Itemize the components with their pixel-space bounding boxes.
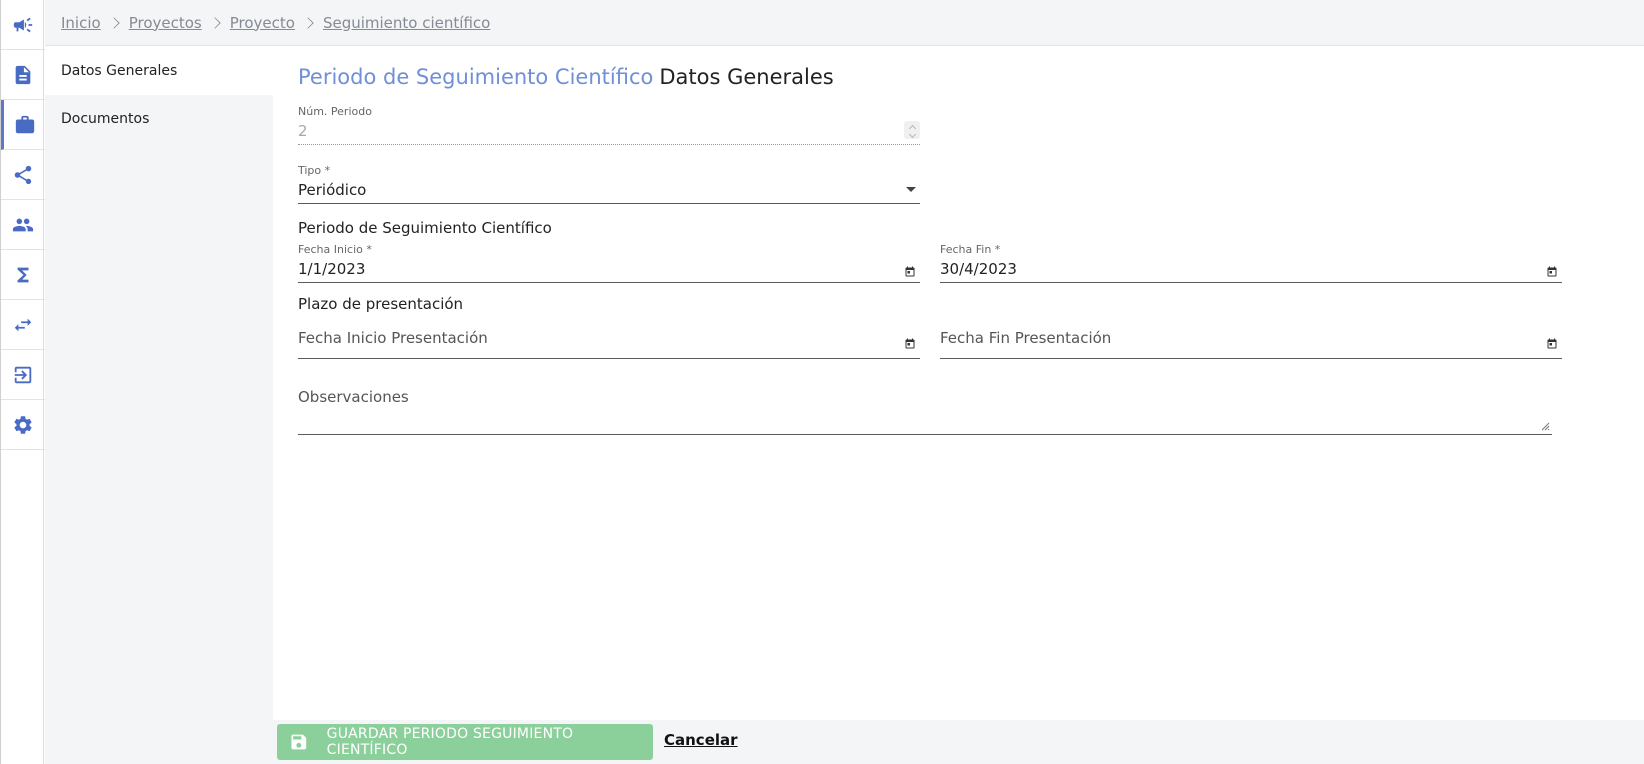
- tipo-label: Tipo *: [298, 164, 331, 177]
- swap-icon: [14, 318, 32, 331]
- rail-item-share[interactable]: [1, 150, 45, 200]
- calendar-icon[interactable]: [904, 335, 916, 349]
- side-item-datos-generales[interactable]: Datos Generales: [45, 47, 273, 95]
- page-title: Periodo de Seguimiento Científico Datos G…: [298, 65, 834, 89]
- resize-handle-icon[interactable]: [1540, 421, 1550, 431]
- calendar-icon[interactable]: [1546, 335, 1558, 349]
- tipo-value: Periódico: [298, 181, 367, 199]
- periodo-section-title: Periodo de Seguimiento Científico: [298, 219, 552, 237]
- chevron-down-icon: [906, 187, 916, 192]
- fecha-inicio-presentacion-placeholder: Fecha Inicio Presentación: [298, 329, 488, 347]
- num-periodo-label: Núm. Periodo: [298, 105, 372, 118]
- rail-item-projects[interactable]: [1, 100, 45, 150]
- breadcrumb-proyectos[interactable]: Proyectos: [129, 14, 202, 32]
- rail-item-summary[interactable]: [1, 250, 45, 300]
- number-stepper-icon: [904, 121, 920, 139]
- app-icon-rail: [0, 0, 45, 764]
- side-item-documentos[interactable]: Documentos: [45, 95, 273, 143]
- breadcrumb-inicio[interactable]: Inicio: [61, 14, 101, 32]
- observaciones-textarea[interactable]: Observaciones: [298, 388, 1552, 435]
- section-menu: Datos Generales Documentos: [45, 47, 273, 764]
- gear-icon: [14, 415, 32, 434]
- sigma-icon: [17, 267, 29, 282]
- observaciones-placeholder: Observaciones: [298, 388, 409, 406]
- num-periodo-input: 2: [298, 122, 308, 140]
- save-icon: [291, 734, 307, 750]
- rail-item-transfers[interactable]: [1, 300, 45, 350]
- fecha-inicio-field[interactable]: Fecha Inicio * 1/1/2023: [298, 243, 920, 283]
- num-periodo-field: Núm. Periodo 2: [298, 105, 920, 145]
- calendar-icon[interactable]: [904, 263, 916, 277]
- rail-item-announcements[interactable]: [1, 0, 45, 50]
- fecha-fin-presentacion-field[interactable]: Fecha Fin Presentación: [940, 329, 1562, 359]
- fecha-inicio-input[interactable]: 1/1/2023: [298, 256, 920, 282]
- share-icon: [14, 165, 32, 184]
- save-button[interactable]: GUARDAR PERIODO SEGUIMIENTO CIENTÍFICO: [277, 724, 653, 760]
- calendar-icon[interactable]: [1546, 263, 1558, 277]
- rail-item-settings[interactable]: [1, 400, 45, 450]
- rail-item-documents[interactable]: [1, 50, 45, 100]
- plazo-section-title: Plazo de presentación: [298, 295, 464, 313]
- fecha-fin-label: Fecha Fin *: [940, 243, 1001, 256]
- chevron-right-icon: [302, 16, 314, 29]
- cancel-link[interactable]: Cancelar: [664, 731, 738, 749]
- fecha-fin-input[interactable]: 30/4/2023: [940, 256, 1562, 282]
- page-title-entity: Periodo de Seguimiento Científico: [298, 65, 654, 89]
- logout-icon: [14, 366, 32, 383]
- save-button-label: GUARDAR PERIODO SEGUIMIENTO CIENTÍFICO: [326, 726, 574, 758]
- rail-item-people[interactable]: [1, 200, 45, 250]
- breadcrumb: Inicio Proyectos Proyecto Seguimiento ci…: [45, 0, 1644, 46]
- breadcrumb-proyecto[interactable]: Proyecto: [230, 14, 295, 32]
- fecha-fin-presentacion-placeholder: Fecha Fin Presentación: [940, 329, 1112, 347]
- page-title-section: Datos Generales: [659, 65, 834, 89]
- form-actions: GUARDAR PERIODO SEGUIMIENTO CIENTÍFICO C…: [273, 720, 1644, 764]
- document-icon: [15, 65, 31, 84]
- breadcrumb-seguimiento[interactable]: Seguimiento científico: [323, 14, 490, 32]
- fecha-inicio-label: Fecha Inicio *: [298, 243, 372, 256]
- megaphone-icon: [13, 17, 33, 32]
- chevron-right-icon: [108, 16, 120, 29]
- fecha-inicio-presentacion-field[interactable]: Fecha Inicio Presentación: [298, 329, 920, 359]
- main-panel: Periodo de Seguimiento Científico Datos G…: [273, 47, 1644, 720]
- rail-item-logout[interactable]: [1, 350, 45, 400]
- tipo-select[interactable]: Tipo * Periódico: [298, 164, 920, 204]
- briefcase-icon: [15, 115, 34, 133]
- chevron-right-icon: [209, 16, 221, 29]
- fecha-fin-field[interactable]: Fecha Fin * 30/4/2023: [940, 243, 1562, 283]
- people-icon: [12, 218, 34, 231]
